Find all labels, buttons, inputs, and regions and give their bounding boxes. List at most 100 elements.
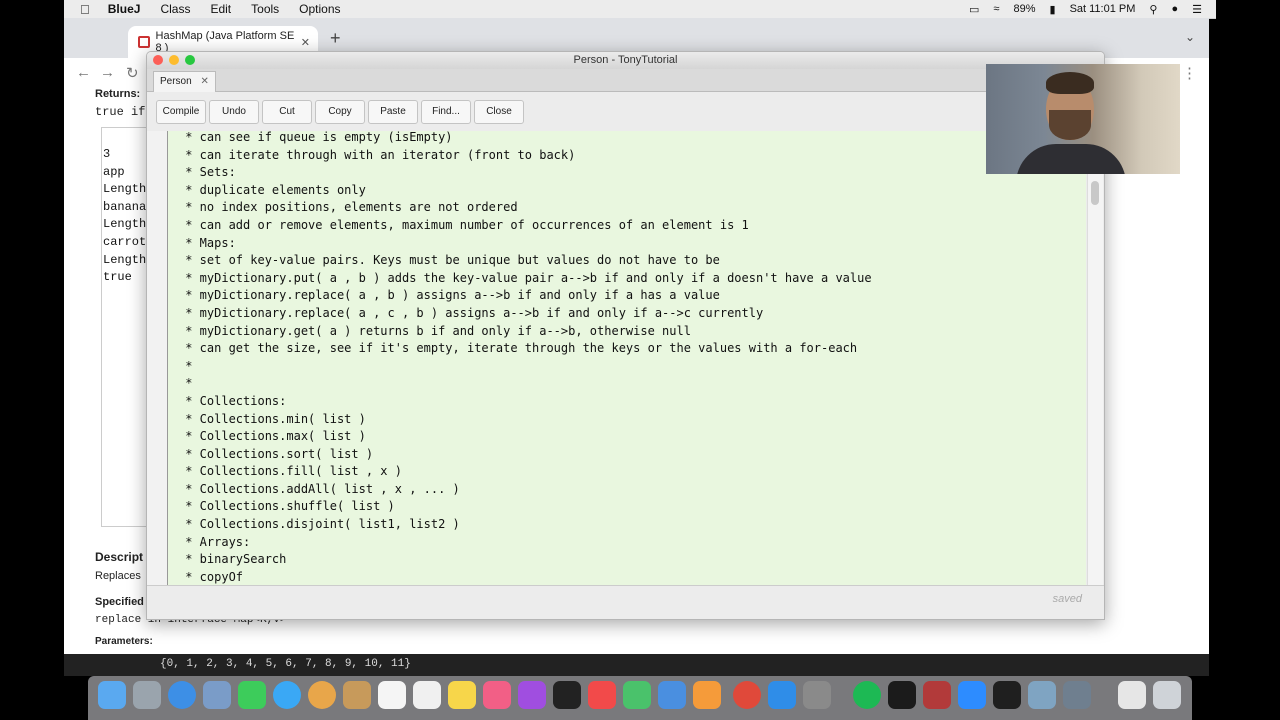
- webcam-person-hair: [1046, 72, 1094, 94]
- app-store-icon[interactable]: [768, 681, 796, 709]
- system-preferences-icon[interactable]: [803, 681, 831, 709]
- code-line: * myDictionary.put( a , b ) adds the key…: [178, 270, 872, 285]
- terminal-line: Length: [103, 217, 147, 232]
- returns-label: Returns:: [95, 88, 141, 100]
- terminal-line: banana: [103, 199, 147, 214]
- close-tab-icon[interactable]: ✕: [200, 76, 208, 87]
- menu-edit[interactable]: Edit: [210, 2, 231, 16]
- trash-icon[interactable]: [1153, 681, 1181, 709]
- paste-button[interactable]: Paste: [368, 100, 418, 124]
- reload-icon[interactable]: ↻: [126, 64, 139, 82]
- safari-icon[interactable]: [168, 681, 196, 709]
- code-editor[interactable]: * can see if queue is empty (isEmpty) * …: [167, 131, 1086, 585]
- battery-percent[interactable]: 89%: [1013, 3, 1035, 15]
- downloads-folder-icon[interactable]: [1118, 681, 1146, 709]
- spotify-icon[interactable]: [853, 681, 881, 709]
- editor-status-bar: saved: [147, 585, 1104, 619]
- compile-button[interactable]: Compile: [156, 100, 206, 124]
- bluej-icon[interactable]: [1028, 681, 1056, 709]
- returns-text: true if: [95, 105, 146, 119]
- code-line: * duplicate elements only: [178, 182, 366, 197]
- webcam-person-torso: [1016, 144, 1126, 174]
- search-icon[interactable]: ⚲: [1149, 3, 1157, 16]
- copy-button[interactable]: Copy: [315, 100, 365, 124]
- code-line: * myDictionary.replace( a , b ) assigns …: [178, 288, 720, 303]
- calendar-icon[interactable]: [378, 681, 406, 709]
- siri-icon[interactable]: ●: [1171, 3, 1178, 15]
- zoom-icon[interactable]: [958, 681, 986, 709]
- terminal-line: Length: [103, 252, 147, 267]
- forward-icon[interactable]: →: [100, 64, 115, 81]
- code-line: * Collections.disjoint( list1, list2 ): [178, 517, 460, 532]
- facetime-icon[interactable]: [238, 681, 266, 709]
- menu-app-name[interactable]: BlueJ: [108, 2, 141, 16]
- clock[interactable]: Sat 11:01 PM: [1070, 3, 1136, 15]
- launchpad-icon[interactable]: [133, 681, 161, 709]
- numbers-icon[interactable]: [623, 681, 651, 709]
- undo-button[interactable]: Undo: [209, 100, 259, 124]
- code-line: * Collections.sort( list ): [178, 446, 374, 461]
- code-line: * myDictionary.replace( a , c , b ) assi…: [178, 305, 764, 320]
- parameters-label: Parameters:: [95, 636, 153, 647]
- terminal-icon[interactable]: [888, 681, 916, 709]
- reminders-icon[interactable]: [413, 681, 441, 709]
- keynote-icon[interactable]: [658, 681, 686, 709]
- code-line: * binarySearch: [178, 552, 287, 567]
- tab-list-chevron-icon[interactable]: ⌄: [1185, 30, 1195, 44]
- code-line: *: [178, 358, 193, 373]
- code-line: * Collections.addAll( list , x , ... ): [178, 481, 460, 496]
- new-tab-icon[interactable]: +: [330, 28, 341, 49]
- editor-window-title: Person - TonyTutorial: [573, 54, 678, 66]
- scrollbar-thumb[interactable]: [1091, 181, 1099, 205]
- vertical-scrollbar[interactable]: [1087, 131, 1103, 585]
- podcasts-icon[interactable]: [518, 681, 546, 709]
- apple-menu-icon[interactable]: : [80, 2, 90, 17]
- minimize-window-icon[interactable]: [169, 55, 179, 65]
- code-line: * Maps:: [178, 235, 236, 250]
- close-window-icon[interactable]: [153, 55, 163, 65]
- finder-icon[interactable]: [98, 681, 126, 709]
- browser-menu-icon[interactable]: ⋮: [1182, 64, 1197, 82]
- code-line: * can add or remove elements, maximum nu…: [178, 217, 749, 232]
- code-line: * Arrays:: [178, 534, 251, 549]
- battery-icon[interactable]: ▮: [1050, 3, 1056, 16]
- notification-center-icon[interactable]: ☰: [1192, 3, 1202, 16]
- music-icon[interactable]: [483, 681, 511, 709]
- close-tab-icon[interactable]: ✕: [301, 36, 310, 49]
- editor-tabs: Person ✕: [147, 69, 1104, 92]
- pages-icon[interactable]: [693, 681, 721, 709]
- menu-tools[interactable]: Tools: [251, 2, 279, 16]
- code-line: * Collections.min( list ): [178, 411, 366, 426]
- zoom-window-icon[interactable]: [185, 55, 195, 65]
- photos-icon[interactable]: [308, 681, 336, 709]
- appletv-icon[interactable]: [553, 681, 581, 709]
- webcam-person-beard: [1049, 110, 1091, 140]
- tab-person-label: Person: [160, 76, 192, 87]
- display-icon[interactable]: ▭: [969, 3, 979, 16]
- back-icon[interactable]: ←: [76, 64, 91, 81]
- close-button[interactable]: Close: [474, 100, 524, 124]
- menu-class[interactable]: Class: [160, 2, 190, 16]
- chrome-icon[interactable]: [733, 681, 761, 709]
- tab-person[interactable]: Person ✕: [153, 71, 216, 92]
- bluej-editor-window: Person - TonyTutorial Person ✕ Compile U…: [146, 51, 1105, 620]
- dictionary-icon[interactable]: [923, 681, 951, 709]
- contacts-icon[interactable]: [343, 681, 371, 709]
- find-button[interactable]: Find...: [421, 100, 471, 124]
- editor-title-bar[interactable]: Person - TonyTutorial: [147, 52, 1104, 69]
- code-line: * set of key-value pairs. Keys must be u…: [178, 253, 720, 268]
- wifi-icon[interactable]: ≈: [993, 3, 999, 15]
- messages-icon[interactable]: [273, 681, 301, 709]
- code-line: * Collections.fill( list , x ): [178, 464, 402, 479]
- menu-options[interactable]: Options: [299, 2, 340, 16]
- mail-icon[interactable]: [203, 681, 231, 709]
- code-line: * can see if queue is empty (isEmpty): [178, 131, 453, 144]
- terminal-line: Length: [103, 182, 147, 197]
- pycharm-icon[interactable]: [993, 681, 1021, 709]
- notes-icon[interactable]: [448, 681, 476, 709]
- code-line: * Collections.shuffle( list ): [178, 499, 395, 514]
- greenfoot-icon[interactable]: [1063, 681, 1091, 709]
- terminal-line: true: [103, 270, 132, 285]
- news-icon[interactable]: [588, 681, 616, 709]
- cut-button[interactable]: Cut: [262, 100, 312, 124]
